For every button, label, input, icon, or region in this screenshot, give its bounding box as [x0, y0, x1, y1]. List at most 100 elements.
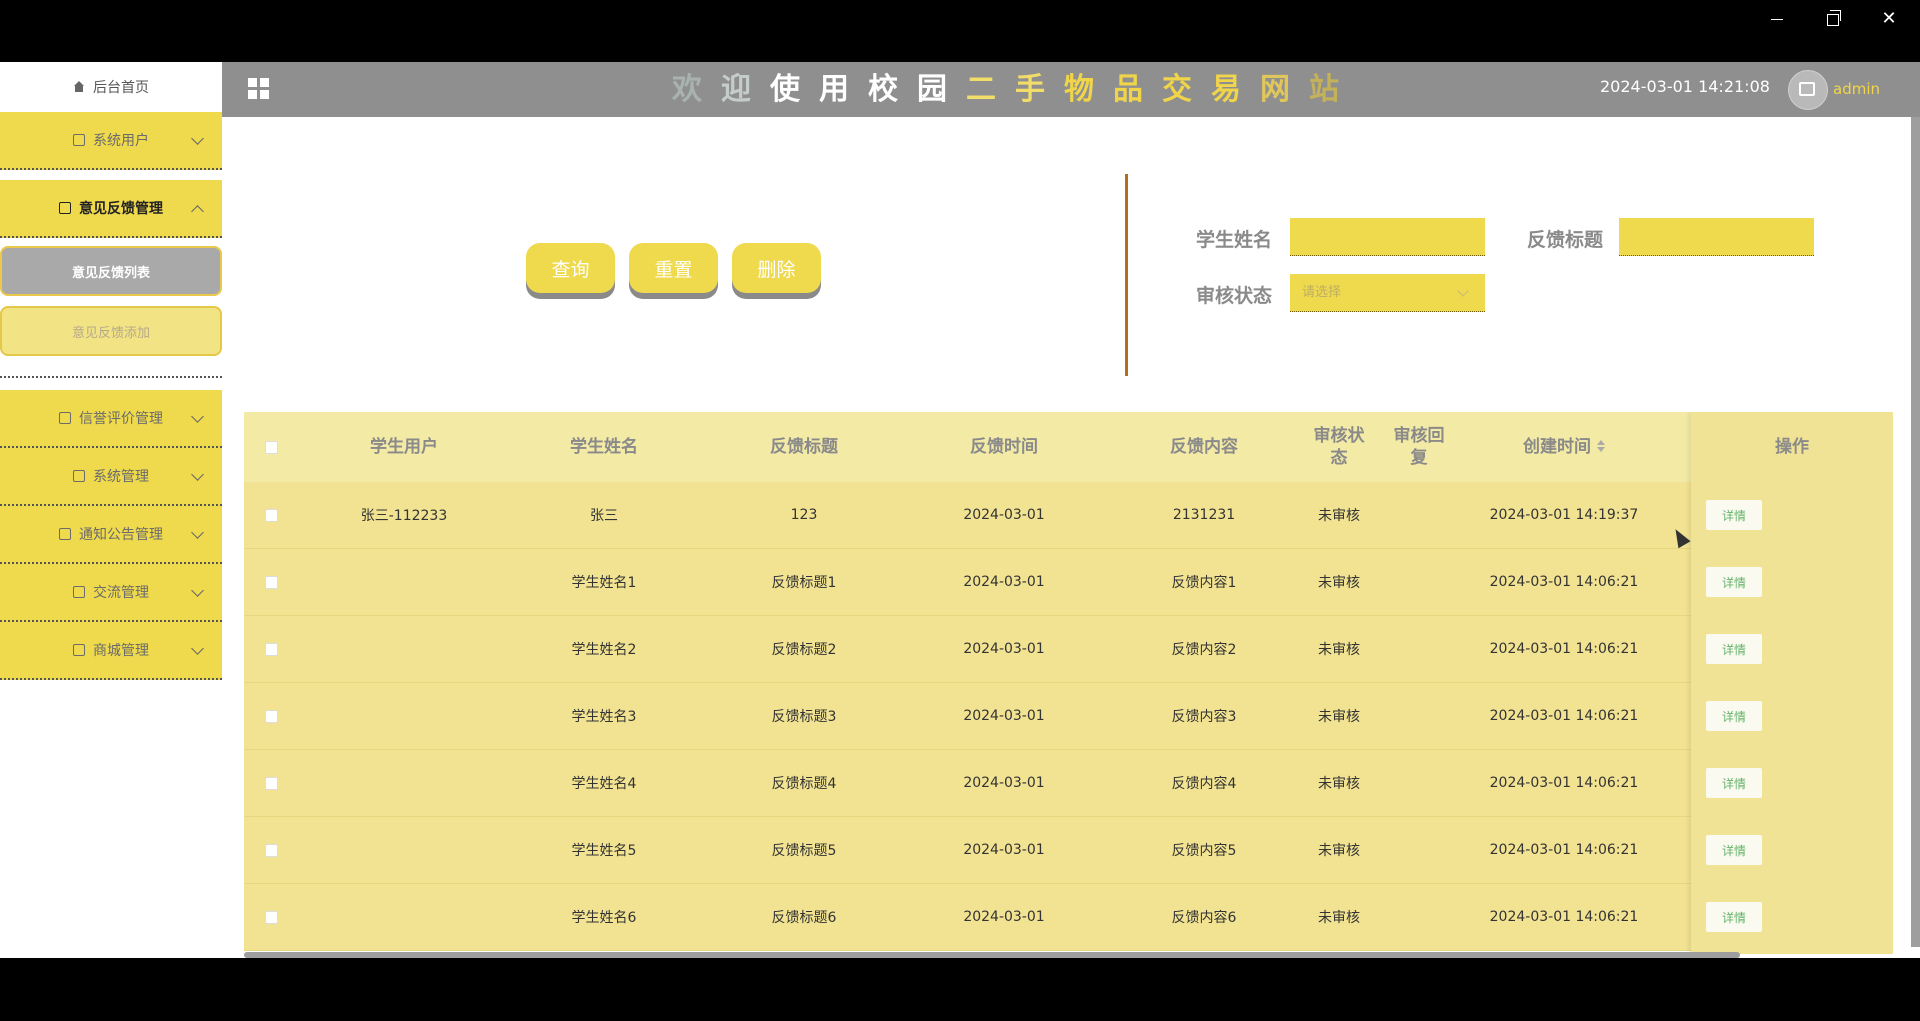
table-row[interactable]: 学生姓名3 反馈标题3 2024-03-01 反馈内容3 未审核 2024-03-01 1… [244, 683, 1893, 750]
detail-button[interactable]: 详情 [1706, 902, 1762, 932]
cell-created: 2024-03-01 14:06:21 [1489, 708, 1639, 724]
cell-content: 反馈内容5 [1171, 843, 1237, 859]
table-row[interactable]: 学生姓名6 反馈标题6 2024-03-01 反馈内容6 未审核 2024-03-01 1… [244, 884, 1893, 951]
sidebar-item-5[interactable]: 交流管理 [0, 564, 222, 622]
cell-user [344, 817, 464, 883]
sidebar-item-2[interactable]: 信誉评价管理 [0, 390, 222, 448]
row-checkbox[interactable] [265, 643, 278, 656]
sidebar-item-3[interactable]: 系统管理 [0, 448, 222, 506]
cell-title: 反馈标题3 [771, 709, 837, 725]
row-checkbox[interactable] [265, 777, 278, 790]
reset-button[interactable]: 重置 [629, 243, 718, 293]
cell-reply [1389, 750, 1449, 816]
sidebar-item-0[interactable]: 系统用户 [0, 112, 222, 170]
window-titlebar: ✕ [0, 0, 1920, 62]
sidebar-item-6[interactable]: 商城管理 [0, 622, 222, 680]
title-char: 品 [1113, 72, 1162, 107]
title-char: 园 [917, 72, 966, 107]
cell-reply [1389, 482, 1449, 548]
username[interactable]: admin [1833, 62, 1880, 117]
feedback-title-input[interactable] [1619, 218, 1814, 256]
cell-content: 反馈内容6 [1171, 910, 1237, 926]
title-char: 二 [966, 72, 1015, 107]
sidebar-item-label: 交流管理 [93, 585, 149, 601]
cell-content: 反馈内容4 [1171, 776, 1237, 792]
submenu-item-0[interactable]: 意见反馈列表 [0, 246, 222, 296]
title-char: 站 [1309, 72, 1358, 107]
cell-name: 学生姓名6 [571, 910, 637, 926]
cell-name: 张三 [590, 508, 618, 524]
audit-status-select[interactable]: 请选择 [1290, 274, 1485, 312]
cell-title: 反馈标题1 [771, 575, 837, 591]
detail-button[interactable]: 详情 [1706, 567, 1762, 597]
table-row[interactable]: 张三-112233 张三 123 2024-03-01 2131231 未审核 2024-0… [244, 482, 1893, 549]
chevron-down-icon [191, 410, 204, 423]
student-name-input[interactable] [1290, 218, 1485, 256]
delete-button[interactable]: 删除 [732, 243, 821, 293]
select-all-checkbox[interactable] [265, 441, 278, 454]
cell-status: 未审核 [1318, 910, 1360, 926]
cell-user [344, 750, 464, 816]
col-audit-reply: 审核回复 [1393, 426, 1445, 468]
row-checkbox[interactable] [265, 509, 278, 522]
feedback-title-label: 反馈标题 [1527, 229, 1604, 251]
info-icon [59, 528, 71, 540]
cell-time: 2024-03-01 [963, 909, 1045, 925]
cell-user [344, 549, 464, 615]
chevron-down-icon [191, 468, 204, 481]
row-checkbox[interactable] [265, 911, 278, 924]
detail-button[interactable]: 详情 [1706, 634, 1762, 664]
sidebar-item-label: 系统用户 [93, 133, 149, 149]
close-icon[interactable]: ✕ [1866, 6, 1912, 32]
col-audit-status: 审核状态 [1313, 426, 1365, 468]
col-created-time[interactable]: 创建时间 [1474, 412, 1654, 482]
title-char: 迎 [721, 72, 770, 107]
detail-button[interactable]: 详情 [1706, 835, 1762, 865]
title-char: 用 [819, 72, 868, 107]
query-button[interactable]: 查询 [526, 243, 615, 293]
sidebar-item-4[interactable]: 通知公告管理 [0, 506, 222, 564]
table-row[interactable]: 学生姓名5 反馈标题5 2024-03-01 反馈内容5 未审核 2024-03-01 1… [244, 817, 1893, 884]
sidebar-home[interactable]: 后台首页 [0, 62, 222, 112]
sort-icon[interactable] [1597, 440, 1605, 454]
cell-status: 未审核 [1318, 642, 1360, 658]
vertical-scrollbar[interactable] [1911, 117, 1920, 947]
cell-status: 未审核 [1318, 709, 1360, 725]
image-icon [73, 470, 85, 482]
cell-status: 未审核 [1318, 575, 1360, 591]
maximize-icon[interactable] [1810, 6, 1856, 32]
detail-button[interactable]: 详情 [1706, 768, 1762, 798]
row-checkbox[interactable] [265, 710, 278, 723]
sidebar: 后台首页 系统用户意见反馈管理意见反馈列表 意见反馈添加信誉评价管理 系统管理通知公… [0, 62, 222, 958]
detail-button[interactable]: 详情 [1706, 701, 1762, 731]
cell-reply [1389, 817, 1449, 883]
title-char: 易 [1211, 72, 1260, 107]
submenu-item-1[interactable]: 意见反馈添加 [0, 306, 222, 356]
sidebar-menu: 系统用户意见反馈管理意见反馈列表 意见反馈添加信誉评价管理 系统管理通知公告管理交流… [0, 112, 222, 680]
chat-icon [73, 586, 85, 598]
sidebar-item-label: 系统管理 [93, 469, 149, 485]
sidebar-item-label: 信誉评价管理 [79, 411, 163, 427]
taskbar-area [0, 958, 1920, 1021]
minimize-icon[interactable] [1754, 6, 1800, 32]
grid-menu-icon[interactable] [248, 78, 270, 100]
cell-content: 反馈内容3 [1171, 709, 1237, 725]
sidebar-home-label: 后台首页 [93, 80, 149, 96]
user-icon [73, 134, 85, 146]
sidebar-item-1[interactable]: 意见反馈管理 [0, 180, 222, 238]
col-operation: 操作 [1775, 437, 1809, 457]
table-header: 学生用户 学生姓名 反馈标题 反馈时间 反馈内容 审核状态 审核回复 创建时间 [244, 412, 1893, 482]
cell-created: 2024-03-01 14:06:21 [1489, 574, 1639, 590]
row-checkbox[interactable] [265, 844, 278, 857]
table-row[interactable]: 学生姓名2 反馈标题2 2024-03-01 反馈内容2 未审核 2024-03-01 1… [244, 616, 1893, 683]
table-row[interactable]: 学生姓名4 反馈标题4 2024-03-01 反馈内容4 未审核 2024-03-01 1… [244, 750, 1893, 817]
detail-button[interactable]: 详情 [1706, 500, 1762, 530]
avatar[interactable] [1788, 70, 1828, 110]
top-header: 欢迎使用校园二手物品交易网站 2024-03-01 14:21:08 admin [222, 62, 1920, 117]
cell-reply [1389, 616, 1449, 682]
row-checkbox[interactable] [265, 576, 278, 589]
col-feedback-content: 反馈内容 [1170, 437, 1238, 457]
cell-status: 未审核 [1318, 843, 1360, 859]
table-row[interactable]: 学生姓名1 反馈标题1 2024-03-01 反馈内容1 未审核 2024-03-01 1… [244, 549, 1893, 616]
